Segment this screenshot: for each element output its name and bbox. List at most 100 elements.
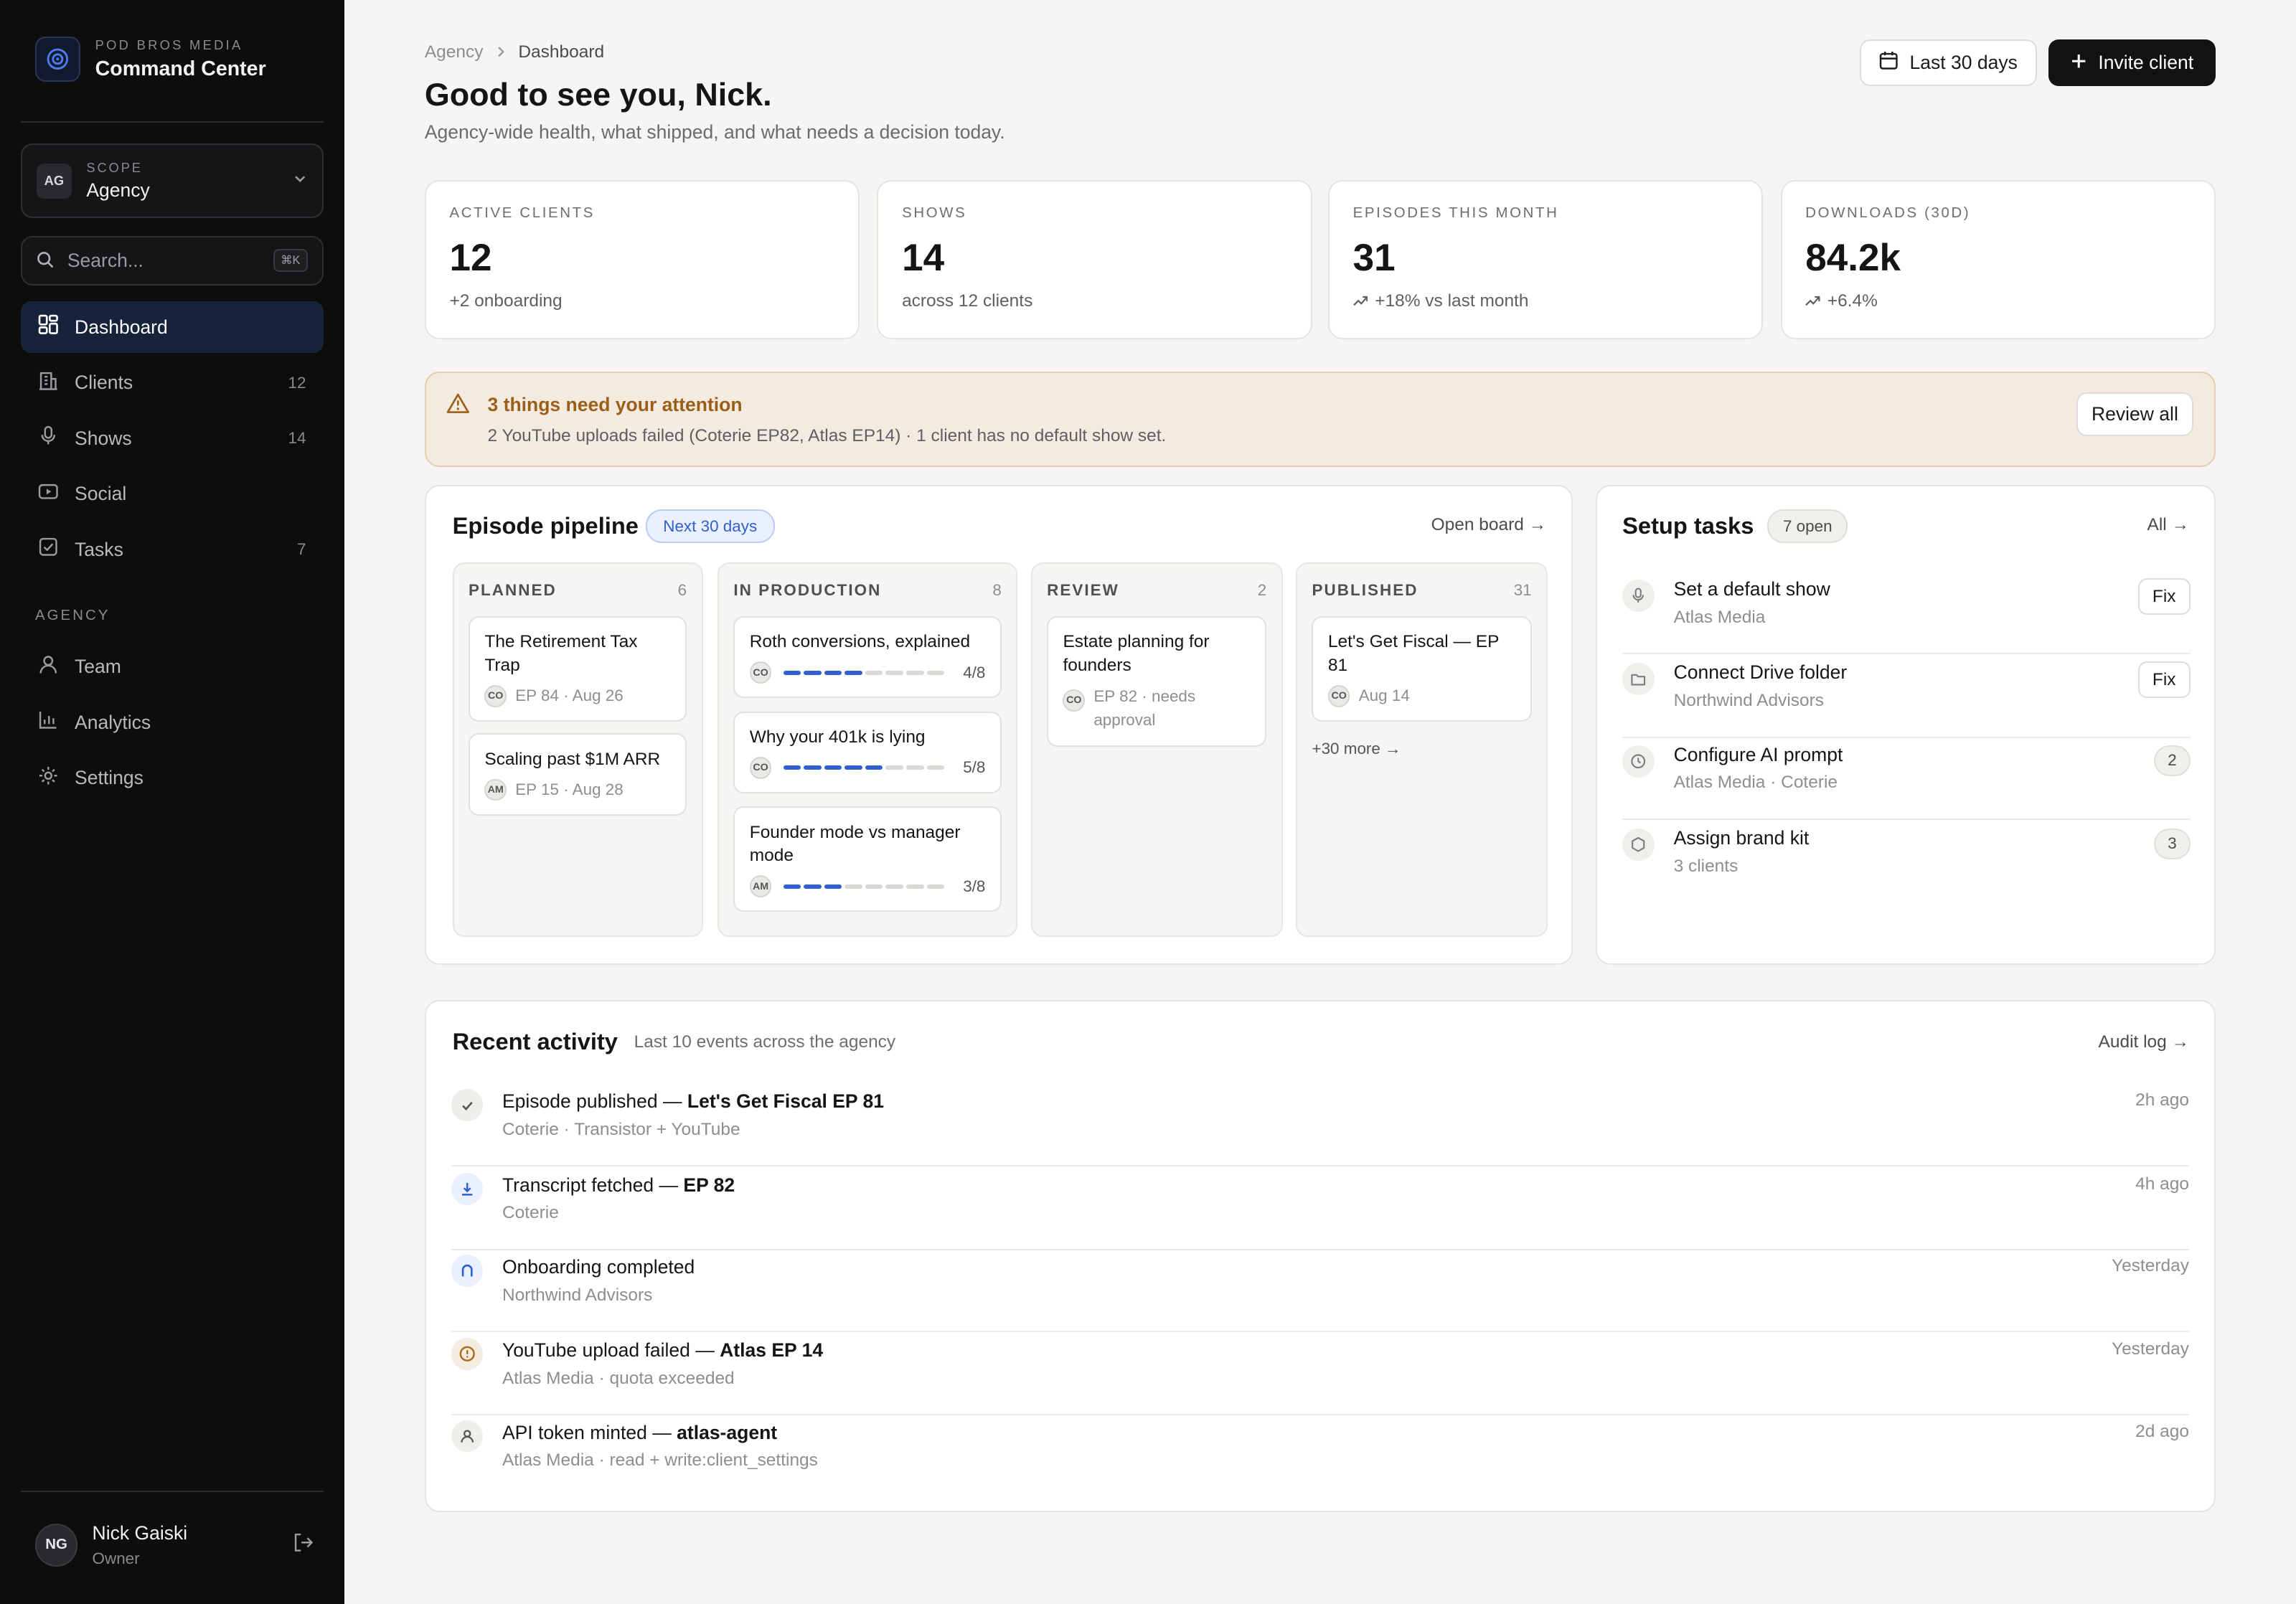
clock-icon	[1622, 745, 1655, 778]
activity-text: Transcript fetched —	[502, 1174, 684, 1196]
breadcrumb: Agency Dashboard	[425, 42, 604, 62]
column-name: REVIEW	[1047, 581, 1119, 600]
column-count: 6	[677, 581, 687, 600]
progress-segment	[844, 670, 862, 675]
more-episodes-link[interactable]: +30 more →	[1312, 740, 1401, 758]
review-all-label: Review all	[2092, 402, 2178, 425]
progress-text: 5/8	[963, 758, 986, 777]
progress-bar	[783, 884, 945, 889]
column-count: 8	[992, 581, 1002, 600]
task-row[interactable]: Set a default show Atlas Media Fix	[1622, 572, 2191, 655]
activity-row[interactable]: Onboarding completed Northwind Advisors …	[451, 1249, 2189, 1333]
progress-bar	[783, 670, 945, 675]
task-row[interactable]: Configure AI prompt Atlas Media · Coteri…	[1622, 738, 2191, 820]
episode-card[interactable]: Roth conversions, explained CO 4/8	[733, 616, 1002, 699]
activity-time: 2d ago	[2135, 1421, 2189, 1441]
activity-row[interactable]: Episode published — Let's Get Fiscal EP …	[451, 1083, 2189, 1167]
episode-title: Scaling past $1M ARR	[484, 749, 661, 769]
progress-bar	[783, 765, 945, 770]
setup-tasks-card: Setup tasks 7 open All → Set a default s…	[1596, 484, 2216, 965]
hexagon-icon	[1622, 829, 1655, 861]
episode-title: Founder mode vs manager mode	[749, 822, 961, 866]
brand[interactable]: POD BROS MEDIA Command Center	[34, 37, 266, 82]
search-input[interactable]	[67, 249, 258, 272]
all-tasks-link[interactable]: All →	[2147, 515, 2189, 535]
stat-card-active-clients[interactable]: ACTIVE CLIENTS 12 +2 onboarding	[424, 180, 860, 340]
task-name: Configure AI prompt	[1673, 743, 1843, 765]
episode-title: Let's Get Fiscal — EP 81	[1327, 632, 1499, 676]
open-board-link[interactable]: Open board →	[1431, 515, 1547, 535]
episode-card[interactable]: The Retirement Tax Trap CO EP 84 · Aug 26	[468, 616, 687, 722]
progress-segment	[926, 765, 945, 770]
date-range-button[interactable]: Last 30 days	[1859, 39, 2037, 87]
stat-card-episodes[interactable]: EPISODES THIS MONTH 31 +18% vs last mont…	[1328, 180, 1764, 340]
divider	[20, 1490, 324, 1492]
progress-segment	[906, 765, 924, 770]
alert-body: 2 YouTube uploads failed (Coterie EP82, …	[487, 425, 1167, 445]
progress-segment	[824, 884, 842, 889]
scope-label: SCOPE	[86, 160, 143, 176]
user-profile[interactable]: NG Nick Gaiski Owner	[34, 1522, 314, 1567]
alert-title: 3 things need your attention	[487, 393, 743, 415]
sidebar-item-team[interactable]: Team	[21, 641, 324, 692]
search-box[interactable]: ⌘K	[20, 235, 324, 286]
sidebar-item-label: Settings	[75, 767, 144, 789]
activity-title: Transcript fetched — EP 82	[502, 1174, 735, 1197]
sidebar-item-social[interactable]: Social	[21, 468, 324, 519]
episode-card[interactable]: Founder mode vs manager mode AM 3/8	[733, 806, 1002, 912]
breadcrumb-item-agency[interactable]: Agency	[425, 42, 484, 62]
column-count: 2	[1257, 581, 1267, 600]
gear-icon	[38, 765, 59, 791]
chevron-down-icon	[293, 171, 307, 190]
sidebar-item-dashboard[interactable]: Dashboard	[20, 301, 324, 353]
sidebar-item-clients[interactable]: Clients 12	[21, 357, 324, 408]
stat-value: 31	[1352, 237, 1396, 280]
task-name: Assign brand kit	[1673, 826, 1810, 849]
trend-up-icon	[1352, 291, 1368, 311]
search-icon	[37, 247, 54, 274]
task-row[interactable]: Connect Drive folder Northwind Advisors …	[1622, 656, 2191, 738]
task-sub: Northwind Advisors	[1673, 691, 1824, 711]
fix-button[interactable]: Fix	[2137, 661, 2191, 699]
scope-avatar: AG	[36, 163, 72, 199]
progress-segment	[885, 670, 903, 675]
audit-log-link[interactable]: Audit log →	[2099, 1032, 2190, 1052]
review-all-button[interactable]: Review all	[2076, 392, 2194, 437]
progress-segment	[844, 765, 862, 770]
episode-card[interactable]: Let's Get Fiscal — EP 81 CO Aug 14	[1312, 616, 1532, 722]
activity-row[interactable]: API token minted — atlas-agent Atlas Med…	[451, 1414, 2189, 1497]
logout-icon[interactable]	[293, 1532, 314, 1559]
episode-meta: Aug 14	[1358, 687, 1410, 705]
sidebar-item-settings[interactable]: Settings	[21, 753, 324, 803]
sidebar-item-analytics[interactable]: Analytics	[21, 697, 324, 747]
stat-value: 14	[902, 237, 945, 280]
sidebar-item-shows[interactable]: Shows 14	[21, 412, 324, 463]
avatar: CO	[749, 756, 772, 779]
activity-row[interactable]: YouTube upload failed — Atlas EP 14 Atla…	[451, 1332, 2189, 1416]
episode-title: Estate planning for founders	[1063, 632, 1210, 676]
progress-segment	[844, 884, 862, 889]
progress-segment	[906, 670, 924, 675]
warning-icon	[446, 392, 470, 420]
building-icon	[38, 370, 59, 396]
episode-card[interactable]: Why your 401k is lying CO 5/8	[733, 711, 1002, 793]
episode-card[interactable]: Estate planning for founders CO EP 82 · n…	[1047, 616, 1267, 747]
chevron-right-icon	[495, 42, 507, 62]
stat-card-downloads[interactable]: DOWNLOADS (30D) 84.2k +6.4%	[1780, 180, 2216, 340]
date-range-label: Last 30 days	[1909, 52, 2018, 74]
avatar: AM	[749, 875, 772, 897]
activity-row[interactable]: Transcript fetched — EP 82 Coterie 4h ag…	[451, 1166, 2189, 1250]
episode-card[interactable]: Scaling past $1M ARR AM EP 15 · Aug 28	[468, 733, 687, 816]
sidebar-item-tasks[interactable]: Tasks 7	[21, 524, 324, 575]
sidebar: POD BROS MEDIA Command Center AG SCOPE A…	[0, 0, 344, 1604]
person-icon	[451, 1420, 484, 1453]
stat-card-shows[interactable]: SHOWS 14 across 12 clients	[877, 180, 1312, 340]
activity-sub: Atlas Media · quota exceeded	[502, 1369, 735, 1389]
stat-sub-text: across 12 clients	[902, 291, 1033, 311]
invite-client-button[interactable]: Invite client	[2048, 39, 2216, 87]
fix-button[interactable]: Fix	[2137, 578, 2191, 615]
task-row[interactable]: Assign brand kit 3 clients 3	[1622, 821, 2191, 903]
activity-text: Onboarding completed	[502, 1255, 695, 1278]
scope-selector[interactable]: AG SCOPE Agency	[20, 143, 324, 219]
pipeline-range-pill[interactable]: Next 30 days	[645, 509, 775, 544]
